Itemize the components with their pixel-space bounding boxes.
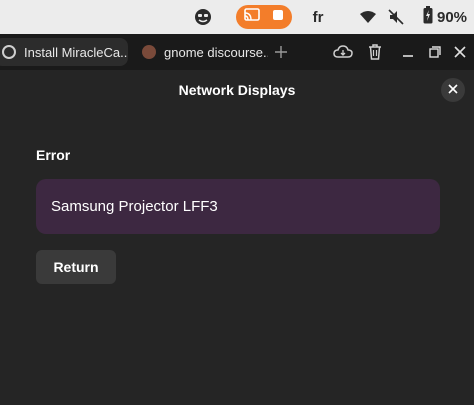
face-icon[interactable]	[193, 0, 213, 34]
device-row[interactable]: Samsung Projector LFF3	[36, 179, 440, 234]
battery-indicator[interactable]: 90%	[415, 0, 474, 34]
minimize-icon[interactable]	[400, 42, 416, 62]
close-icon	[448, 81, 458, 99]
cloud-icon[interactable]	[332, 42, 354, 62]
tab-gnome-discourse[interactable]: gnome discourse...	[134, 38, 268, 66]
close-icon[interactable]	[452, 42, 468, 62]
stop-icon[interactable]	[272, 8, 284, 26]
cast-icon	[244, 7, 260, 27]
tab-label: Install MiracleCa...	[24, 44, 128, 60]
device-name: Samsung Projector LFF3	[51, 198, 218, 215]
brave-lion-icon	[142, 45, 156, 59]
tab-label: gnome discourse...	[164, 44, 268, 60]
screencast-indicator[interactable]	[236, 5, 292, 29]
settings-icon	[2, 45, 16, 59]
battery-percent: 90%	[436, 8, 468, 26]
tab-install-miraclecast[interactable]: Install MiracleCa...	[0, 38, 128, 66]
new-tab-icon[interactable]	[272, 42, 290, 62]
dialog-close-button[interactable]	[441, 78, 465, 102]
return-button[interactable]: Return	[36, 250, 116, 284]
dialog-title: Network Displays	[178, 82, 296, 98]
top-panel: fr 90%	[0, 0, 474, 34]
tab-bar: Install MiracleCa... gnome discourse...	[0, 34, 474, 70]
mute-icon[interactable]	[387, 0, 405, 34]
trash-icon[interactable]	[366, 42, 384, 62]
maximize-icon[interactable]	[427, 42, 443, 62]
language-indicator[interactable]: fr	[306, 0, 330, 34]
wifi-icon[interactable]	[358, 0, 378, 34]
battery-icon	[423, 6, 433, 28]
error-label: Error	[36, 147, 71, 163]
network-displays-dialog: Network Displays Error Samsung Projector…	[0, 70, 474, 405]
